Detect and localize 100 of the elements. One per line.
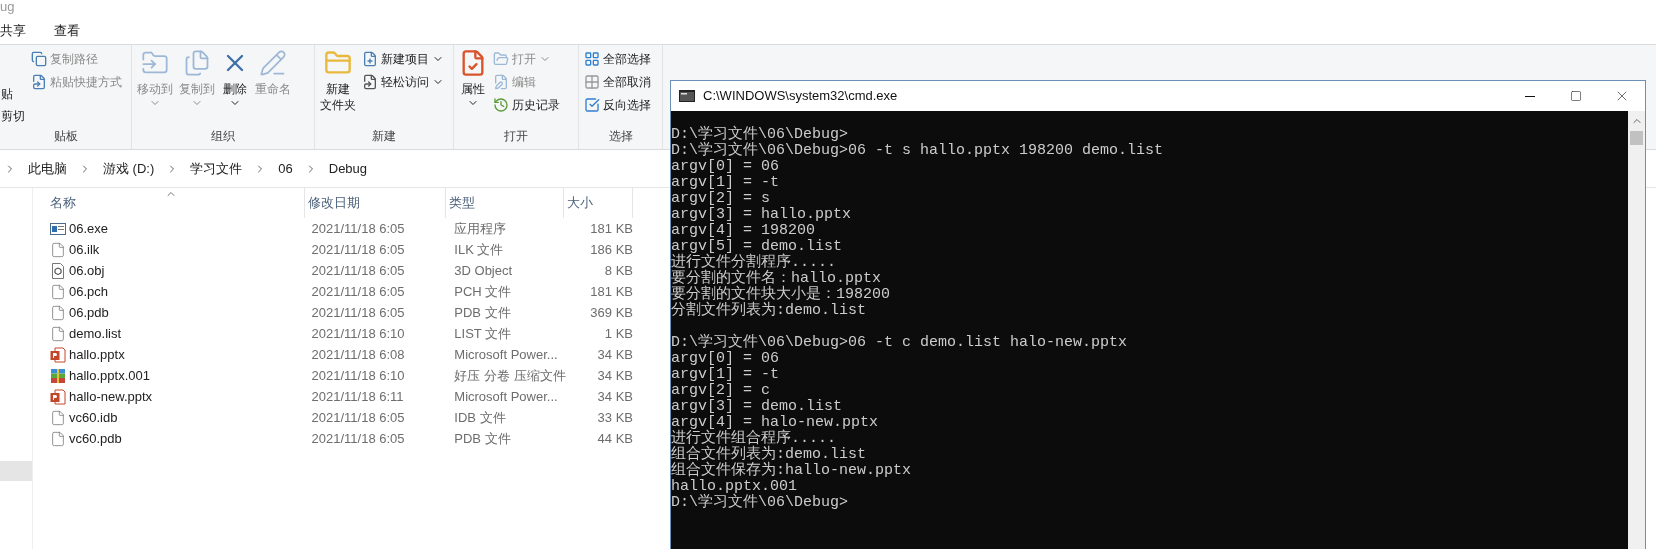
console-line: 要分割的文件名：hallo.pptx xyxy=(671,271,881,287)
console-line: 进行文件组合程序..... xyxy=(671,431,836,447)
console-app-icon xyxy=(679,90,695,102)
console-line: 组合文件列表为:demo.list xyxy=(671,447,866,463)
console-line: argv[1] = -t xyxy=(671,367,780,383)
ribbon-large-button[interactable]: 删除 xyxy=(221,49,249,127)
breadcrumb-item[interactable]: Debug xyxy=(324,158,372,179)
file-size: 8 KB xyxy=(603,261,633,280)
file-size: 34 KB xyxy=(596,345,633,364)
column-header[interactable]: 名称 xyxy=(47,188,305,218)
ribbon-button[interactable]: 贴 xyxy=(1,85,25,103)
console-line: argv[1] = -t xyxy=(671,175,780,191)
ribbon-tab[interactable]: 共享 xyxy=(0,18,26,44)
file-row[interactable]: 06.pch 2021/11/18 6:05 PCH 文件 181 KB xyxy=(47,281,633,302)
file-row[interactable]: vc60.pdb 2021/11/18 6:05 PDB 文件 44 KB xyxy=(47,428,633,449)
ribbon-large-button[interactable]: 属性 xyxy=(459,49,487,127)
file-size: 1 KB xyxy=(603,324,633,343)
cube-file-icon xyxy=(50,262,66,279)
file-date: 2021/11/18 6:08 xyxy=(310,345,406,364)
ribbon-item-icon xyxy=(584,51,600,67)
ribbon-item-icon xyxy=(584,74,600,90)
file-size: 369 KB xyxy=(589,303,633,322)
file-size: 181 KB xyxy=(589,219,633,238)
ribbon-button[interactable]: 全部取消 xyxy=(584,72,651,92)
file-name: hallo.pptx.001 xyxy=(69,366,150,385)
file-row[interactable]: hallo.pptx.001 2021/11/18 6:10 好压 分卷 压缩文件 34 KB xyxy=(47,365,633,386)
ribbon-item-icon xyxy=(584,97,600,113)
ribbon-group-label: 新建 xyxy=(371,128,397,145)
file-type: 应用程序 xyxy=(453,219,508,238)
file-date: 2021/11/18 6:10 xyxy=(310,324,406,343)
file-name: 06.obj xyxy=(69,261,105,280)
console-line: hallo.pptx.001 xyxy=(671,479,798,495)
file-row[interactable]: hallo-new.pptx 2021/11/18 6:11 Microsoft Power... 34 KB xyxy=(47,386,633,407)
ribbon-large-button[interactable]: 新建 文件夹 xyxy=(320,49,356,127)
ribbon-button[interactable]: 剪切 xyxy=(1,107,25,125)
ribbon-button[interactable]: 全部选择 xyxy=(584,49,651,69)
ribbon-button[interactable]: 反向选择 xyxy=(584,95,651,115)
file-type: IDB 文件 xyxy=(453,408,507,427)
file-size: 44 KB xyxy=(596,429,633,448)
file-type: ILK 文件 xyxy=(453,240,505,259)
maximize-icon xyxy=(1570,90,1582,102)
file-name: vc60.pdb xyxy=(69,429,122,448)
breadcrumb-item[interactable]: 游戏 (D:) xyxy=(99,158,159,179)
ribbon-item-icon xyxy=(493,51,509,67)
file-name: hallo.pptx xyxy=(69,345,125,364)
console-line: argv[3] = hallo.pptx xyxy=(671,207,852,223)
file-size: 186 KB xyxy=(589,240,633,259)
file-date: 2021/11/18 6:05 xyxy=(310,429,406,448)
ribbon-item-icon xyxy=(324,49,352,77)
file-icon xyxy=(50,409,66,426)
file-row[interactable]: 06.obj 2021/11/18 6:05 3D Object 8 KB xyxy=(47,260,633,281)
presentation-file-icon xyxy=(50,388,66,405)
column-header[interactable]: 修改日期 xyxy=(305,188,446,218)
breadcrumb-item[interactable]: 学习文件 xyxy=(186,158,247,179)
presentation-file-icon xyxy=(50,346,66,363)
ribbon-button[interactable]: 新建项目 xyxy=(362,49,444,69)
file-icon xyxy=(50,241,66,258)
file-name: 06.pdb xyxy=(69,303,109,322)
file-name: 06.pch xyxy=(69,282,109,301)
file-row[interactable]: 06.ilk 2021/11/18 6:05 ILK 文件 186 KB xyxy=(47,239,633,260)
file-date: 2021/11/18 6:05 xyxy=(310,282,406,301)
file-row[interactable]: 06.pdb 2021/11/18 6:05 PDB 文件 369 KB xyxy=(47,302,633,323)
column-header[interactable]: 类型 xyxy=(445,188,565,218)
archive-icon xyxy=(50,367,66,384)
column-header[interactable]: 大小 xyxy=(564,188,633,218)
console-line: argv[0] = 06 xyxy=(671,159,780,175)
file-size: 33 KB xyxy=(596,408,633,427)
ribbon-item-icon xyxy=(493,97,509,113)
file-row[interactable]: demo.list 2021/11/18 6:10 LIST 文件 1 KB xyxy=(47,323,633,344)
ribbon-group-label: 打开 xyxy=(503,128,529,145)
ribbon-item-icon xyxy=(362,51,378,67)
file-date: 2021/11/18 6:05 xyxy=(310,408,406,427)
console-scrollbar[interactable] xyxy=(1628,111,1645,549)
ribbon-item-icon xyxy=(259,49,287,77)
file-row[interactable]: hallo.pptx 2021/11/18 6:08 Microsoft Power... 34 KB xyxy=(47,344,633,365)
console-line: D:\学习文件\06\Debug> xyxy=(671,127,849,143)
console-line: D:\学习文件\06\Debug>06 -t c demo.list halo-new.pptx xyxy=(671,335,1128,351)
breadcrumb-item[interactable]: 06 xyxy=(274,158,297,179)
file-type: Microsoft Power... xyxy=(453,345,559,364)
file-size: 34 KB xyxy=(596,366,633,385)
file-date: 2021/11/18 6:05 xyxy=(310,240,406,259)
console-title: C:\WINDOWS\system32\cmd.exe xyxy=(703,87,899,106)
ribbon-group-label: 选择 xyxy=(607,128,634,145)
file-row[interactable]: vc60.idb 2021/11/18 6:05 IDB 文件 33 KB xyxy=(47,407,633,428)
file-row[interactable]: 06.exe 2021/11/18 6:05 应用程序 181 KB xyxy=(47,218,633,239)
ribbon-button[interactable]: 轻松访问 xyxy=(362,72,444,92)
window-title: ug xyxy=(0,0,16,16)
console-line: argv[0] = 06 xyxy=(671,351,780,367)
file-type: 好压 分卷 压缩文件 xyxy=(453,366,567,385)
minimize-icon xyxy=(1525,95,1535,97)
ribbon-button[interactable]: 历史记录 xyxy=(493,95,560,115)
scrollbar-thumb[interactable] xyxy=(1630,131,1643,145)
file-type: PCH 文件 xyxy=(453,282,513,301)
breadcrumb-item[interactable]: 此电脑 xyxy=(24,158,71,179)
ribbon-item-icon xyxy=(183,49,211,77)
ribbon-tab[interactable]: 查看 xyxy=(54,18,80,44)
console-line: D:\学习文件\06\Debug> xyxy=(671,495,849,511)
file-icon xyxy=(50,430,66,447)
ribbon-group-label: 贴板 xyxy=(52,128,79,145)
file-size: 181 KB xyxy=(589,282,633,301)
